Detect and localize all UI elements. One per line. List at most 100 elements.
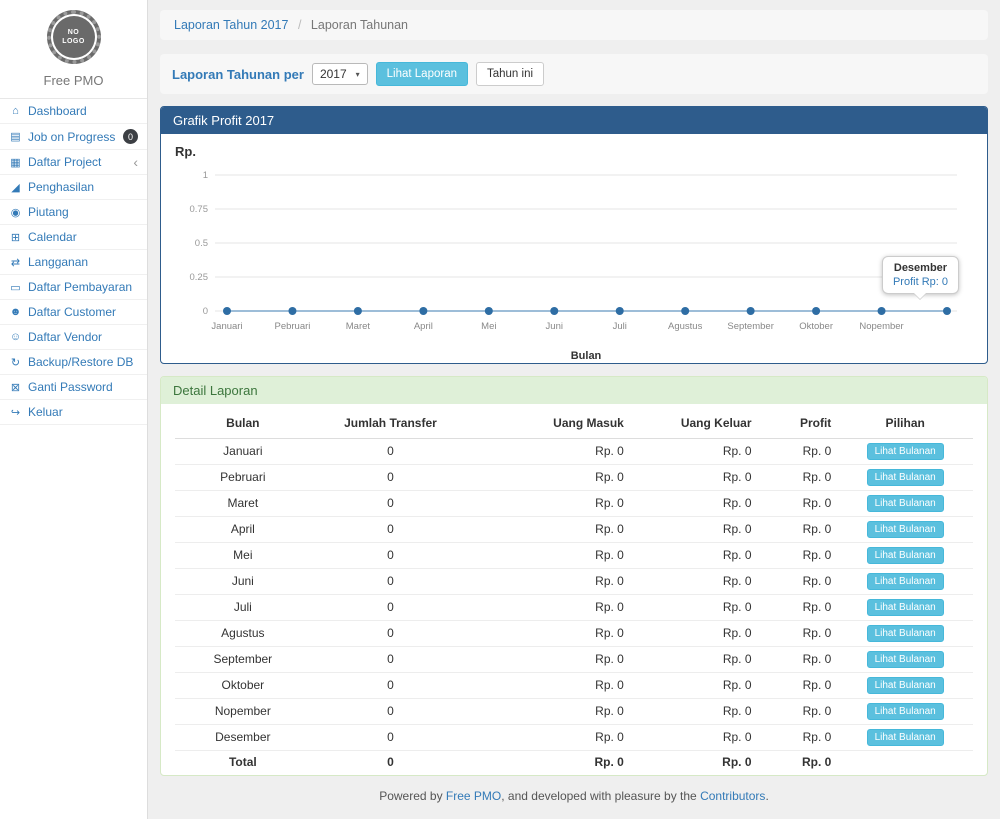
- sidebar-item-label: Daftar Customer: [28, 305, 116, 319]
- sidebar-item-label: Piutang: [28, 205, 69, 219]
- data-point-pebruari[interactable]: [288, 307, 296, 315]
- table-cell: 0: [311, 646, 471, 672]
- table-cell: Rp. 0: [470, 750, 630, 773]
- table-row: April0Rp. 0Rp. 0Rp. 0Lihat Bulanan: [175, 516, 973, 542]
- sidebar-item-piutang[interactable]: ◉Piutang: [0, 200, 147, 225]
- sidebar-item-job-on-progress[interactable]: ▤Job on Progress0: [0, 124, 147, 150]
- table-cell: Rp. 0: [470, 542, 630, 568]
- sidebar-item-backup-restore-db[interactable]: ↻Backup/Restore DB: [0, 350, 147, 375]
- sidebar-item-keluar[interactable]: ↪Keluar: [0, 400, 147, 425]
- y-tick-label: 0.25: [190, 272, 209, 283]
- table-cell: 0: [311, 568, 471, 594]
- table-cell: Rp. 0: [470, 464, 630, 490]
- sidebar-item-daftar-project[interactable]: ▦Daftar Project‹: [0, 150, 147, 175]
- table-cell-action: Lihat Bulanan: [837, 568, 973, 594]
- lihat-bulanan-button[interactable]: Lihat Bulanan: [867, 547, 944, 564]
- table-cell: Maret: [175, 490, 311, 516]
- table-row: Mei0Rp. 0Rp. 0Rp. 0Lihat Bulanan: [175, 542, 973, 568]
- sidebar-item-daftar-vendor[interactable]: ☺Daftar Vendor: [0, 325, 147, 350]
- filter-label: Laporan Tahunan per: [172, 67, 304, 82]
- lihat-bulanan-button[interactable]: Lihat Bulanan: [867, 443, 944, 460]
- data-point-nopember[interactable]: [878, 307, 886, 315]
- footer-text: Powered by: [379, 789, 446, 803]
- sidebar-item-calendar[interactable]: ⊞Calendar: [0, 225, 147, 250]
- lihat-laporan-button[interactable]: Lihat Laporan: [376, 62, 468, 86]
- table-cell: Rp. 0: [630, 490, 758, 516]
- daftar-customer-icon: ☻: [9, 306, 22, 318]
- data-point-juli[interactable]: [616, 307, 624, 315]
- tooltip-value: Profit Rp: 0: [893, 276, 948, 288]
- data-point-september[interactable]: [747, 307, 755, 315]
- x-tick-label: Mei: [481, 321, 496, 332]
- table-cell: Rp. 0: [758, 594, 838, 620]
- sidebar-item-penghasilan[interactable]: ◢Penghasilan: [0, 175, 147, 200]
- sidebar-item-label: Dashboard: [28, 104, 87, 118]
- table-cell: Rp. 0: [630, 568, 758, 594]
- x-tick-label: September: [727, 321, 773, 332]
- page: NO LOGO Free PMO ⌂Dashboard▤Job on Progr…: [0, 0, 1000, 819]
- table-cell: 0: [311, 516, 471, 542]
- lihat-bulanan-button[interactable]: Lihat Bulanan: [867, 495, 944, 512]
- data-point-mei[interactable]: [485, 307, 493, 315]
- table-cell: Agustus: [175, 620, 311, 646]
- table-cell: Rp. 0: [630, 438, 758, 464]
- table-cell: Rp. 0: [470, 646, 630, 672]
- lihat-bulanan-button[interactable]: Lihat Bulanan: [867, 573, 944, 590]
- sidebar-item-daftar-pembayaran[interactable]: ▭Daftar Pembayaran: [0, 275, 147, 300]
- table-cell: Rp. 0: [758, 568, 838, 594]
- table-cell: 0: [311, 438, 471, 464]
- chevron-left-icon: ‹: [133, 155, 138, 169]
- column-header-pilihan: Pilihan: [837, 408, 973, 439]
- x-axis-title: Bulan: [571, 350, 602, 362]
- table-cell-action: Lihat Bulanan: [837, 620, 973, 646]
- data-point-oktober[interactable]: [812, 307, 820, 315]
- table-cell-action: Lihat Bulanan: [837, 438, 973, 464]
- job-on-progress-icon: ▤: [9, 130, 22, 143]
- data-point-april[interactable]: [419, 307, 427, 315]
- data-point-maret[interactable]: [354, 307, 362, 315]
- data-point-juni[interactable]: [550, 307, 558, 315]
- table-cell: Juli: [175, 594, 311, 620]
- breadcrumb-link[interactable]: Laporan Tahun 2017: [174, 18, 288, 32]
- lihat-bulanan-button[interactable]: Lihat Bulanan: [867, 651, 944, 668]
- sidebar-item-dashboard[interactable]: ⌂Dashboard: [0, 99, 147, 124]
- logo-text-line1: NO: [68, 28, 80, 37]
- table-cell: Rp. 0: [758, 672, 838, 698]
- lihat-bulanan-button[interactable]: Lihat Bulanan: [867, 703, 944, 720]
- table-cell: Rp. 0: [758, 516, 838, 542]
- contributors-link[interactable]: Contributors: [700, 789, 765, 803]
- table-cell: 0: [311, 750, 471, 773]
- lihat-bulanan-button[interactable]: Lihat Bulanan: [867, 599, 944, 616]
- table-cell: Rp. 0: [758, 620, 838, 646]
- lihat-bulanan-button[interactable]: Lihat Bulanan: [867, 625, 944, 642]
- table-cell-action: Lihat Bulanan: [837, 698, 973, 724]
- lihat-bulanan-button[interactable]: Lihat Bulanan: [867, 521, 944, 538]
- table-cell: 0: [311, 542, 471, 568]
- profit-line-chart: 00.250.50.751JanuariPebruariMaretAprilMe…: [173, 159, 973, 364]
- y-axis-title: Rp.: [175, 144, 975, 159]
- sidebar-item-ganti-password[interactable]: ⊠Ganti Password: [0, 375, 147, 400]
- logo: NO LOGO Free PMO: [0, 0, 147, 88]
- daftar-pembayaran-icon: ▭: [9, 281, 22, 294]
- table-cell: Rp. 0: [630, 672, 758, 698]
- data-point-januari[interactable]: [223, 307, 231, 315]
- data-point-desember[interactable]: [943, 307, 951, 315]
- sidebar-item-langganan[interactable]: ⇄Langganan: [0, 250, 147, 275]
- tahun-ini-button[interactable]: Tahun ini: [476, 62, 544, 86]
- chart-area: Rp. 00.250.50.751JanuariPebruariMaretApr…: [161, 134, 987, 364]
- table-cell: Rp. 0: [758, 698, 838, 724]
- filter-bar: Laporan Tahunan per 2017 ▾ Lihat Laporan…: [160, 54, 988, 94]
- sidebar-item-label: Ganti Password: [28, 380, 113, 394]
- free-pmo-link[interactable]: Free PMO: [446, 789, 501, 803]
- lihat-bulanan-button[interactable]: Lihat Bulanan: [867, 677, 944, 694]
- sidebar-item-daftar-customer[interactable]: ☻ Daftar Customer: [0, 300, 147, 325]
- year-select[interactable]: 2017 ▾: [312, 63, 368, 85]
- data-point-agustus[interactable]: [681, 307, 689, 315]
- sidebar-item-label: Daftar Vendor: [28, 330, 102, 344]
- table-cell: 0: [311, 490, 471, 516]
- lihat-bulanan-button[interactable]: Lihat Bulanan: [867, 729, 944, 746]
- column-header-profit: Profit: [758, 408, 838, 439]
- sidebar-item-label: Penghasilan: [28, 180, 94, 194]
- langganan-icon: ⇄: [9, 256, 22, 269]
- lihat-bulanan-button[interactable]: Lihat Bulanan: [867, 469, 944, 486]
